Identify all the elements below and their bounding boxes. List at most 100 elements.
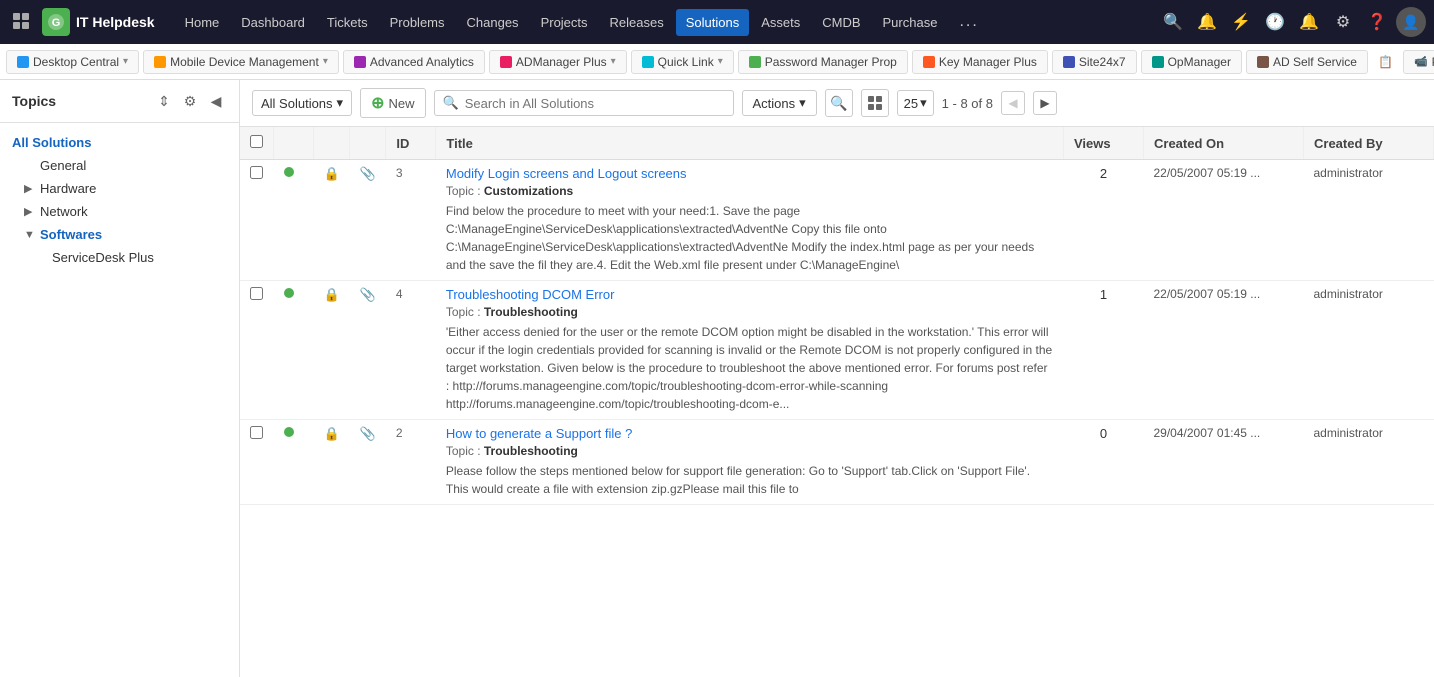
top-nav: G IT Helpdesk Home Dashboard Tickets Pro… bbox=[0, 0, 1434, 44]
col-header-attach bbox=[350, 127, 386, 160]
nav-tickets[interactable]: Tickets bbox=[317, 9, 378, 36]
user-avatar[interactable]: 👤 bbox=[1396, 7, 1426, 37]
tab-advanced-analytics[interactable]: Advanced Analytics bbox=[343, 50, 485, 74]
table-row: 🔒 📎 2 How to generate a Support file ? T… bbox=[240, 420, 1434, 505]
col-header-lock bbox=[314, 127, 350, 160]
entry-topic-1: Topic : Troubleshooting bbox=[446, 305, 1054, 319]
row-created-1: 22/05/2007 05:19 ... bbox=[1144, 281, 1304, 420]
nav-projects[interactable]: Projects bbox=[531, 9, 598, 36]
row-lock-cell: 🔒 bbox=[314, 420, 350, 505]
tab-quicklink[interactable]: Quick Link ▾ bbox=[631, 50, 734, 74]
nav-releases[interactable]: Releases bbox=[600, 9, 674, 36]
entry-preview-2: Please follow the steps mentioned below … bbox=[446, 462, 1054, 498]
tab-site24x7[interactable]: Site24x7 bbox=[1052, 50, 1137, 74]
per-page-select[interactable]: 25 ▾ bbox=[897, 90, 934, 116]
per-page-arrow: ▾ bbox=[920, 95, 927, 111]
sidebar-hide-btn[interactable]: ◀ bbox=[205, 90, 227, 112]
tab-icon-adself bbox=[1257, 56, 1269, 68]
logo-area: G IT Helpdesk bbox=[42, 8, 155, 36]
new-button[interactable]: ⊕ New bbox=[360, 88, 425, 118]
entry-title-2[interactable]: How to generate a Support file ? bbox=[446, 426, 1054, 441]
nav-home[interactable]: Home bbox=[175, 9, 230, 36]
bell-icon-btn[interactable]: 🔔 bbox=[1294, 7, 1324, 37]
search-toggle-btn[interactable]: 🔍 bbox=[825, 89, 853, 117]
tab-mdm[interactable]: Mobile Device Management ▾ bbox=[143, 50, 339, 74]
lightning-icon-btn[interactable]: ⚡ bbox=[1226, 7, 1256, 37]
sidebar-item-network[interactable]: ▶ Network bbox=[0, 200, 239, 223]
row-attach-cell: 📎 bbox=[350, 420, 386, 505]
notifications-icon-btn[interactable]: 🔔 bbox=[1192, 7, 1222, 37]
row-createdby-2: administrator bbox=[1304, 420, 1434, 505]
next-page-btn[interactable]: ▶ bbox=[1033, 91, 1057, 115]
tab-actions-area: 📋 📹 Product Overview 1 bbox=[1372, 50, 1434, 74]
sidebar-item-softwares[interactable]: ▼ Softwares bbox=[0, 223, 239, 246]
nav-problems[interactable]: Problems bbox=[380, 9, 455, 36]
tab-arrow-0: ▾ bbox=[123, 56, 128, 67]
nav-cmdb[interactable]: CMDB bbox=[812, 9, 870, 36]
tab-password-manager[interactable]: Password Manager Prop bbox=[738, 50, 908, 74]
content-area: All Solutions ▾ ⊕ New 🔍 Actions ▾ 🔍 25 ▾ bbox=[240, 80, 1434, 677]
nav-solutions[interactable]: Solutions bbox=[676, 9, 749, 36]
nav-changes[interactable]: Changes bbox=[457, 9, 529, 36]
nav-dashboard[interactable]: Dashboard bbox=[231, 9, 315, 36]
row-title-cell-1: Troubleshooting DCOM Error Topic : Troub… bbox=[436, 281, 1064, 420]
sidebar: Topics ⇕ ⚙ ◀ All Solutions General ▶ Har… bbox=[0, 80, 240, 677]
sidebar-tree: All Solutions General ▶ Hardware ▶ Netwo… bbox=[0, 123, 239, 277]
entry-title-0[interactable]: Modify Login screens and Logout screens bbox=[446, 166, 1054, 181]
sidebar-item-general[interactable]: General bbox=[0, 154, 239, 177]
sidebar-item-hardware[interactable]: ▶ Hardware bbox=[0, 177, 239, 200]
sidebar-item-all-solutions[interactable]: All Solutions bbox=[0, 131, 239, 154]
tab-product-overview[interactable]: 📹 Product Overview 1 bbox=[1403, 50, 1434, 74]
col-header-check bbox=[240, 127, 274, 160]
prev-page-btn[interactable]: ◀ bbox=[1001, 91, 1025, 115]
select-all-checkbox[interactable] bbox=[250, 135, 263, 148]
lock-icon-2: 🔒 bbox=[324, 426, 340, 441]
attach-icon-2: 📎 bbox=[360, 426, 376, 441]
tab-icon-opmanager bbox=[1152, 56, 1164, 68]
tab-ad-selfservice[interactable]: AD Self Service bbox=[1246, 50, 1368, 74]
nav-assets[interactable]: Assets bbox=[751, 9, 810, 36]
entry-topic-2: Topic : Troubleshooting bbox=[446, 444, 1054, 458]
sidebar-settings-btn[interactable]: ⚙ bbox=[179, 90, 201, 112]
tab-icon-quicklink bbox=[642, 56, 654, 68]
history-icon-btn[interactable]: 🕐 bbox=[1260, 7, 1290, 37]
help-icon-btn[interactable]: ❓ bbox=[1362, 7, 1392, 37]
tab-icon-desktop bbox=[17, 56, 29, 68]
tab-icon-pwmgr bbox=[749, 56, 761, 68]
row-views-1: 1 bbox=[1064, 281, 1144, 420]
app-grid-icon[interactable] bbox=[8, 8, 36, 36]
entry-title-1[interactable]: Troubleshooting DCOM Error bbox=[446, 287, 1054, 302]
grid-view-btn[interactable] bbox=[861, 89, 889, 117]
row-createdby-1: administrator bbox=[1304, 281, 1434, 420]
row-checkbox-cell bbox=[240, 281, 274, 420]
tab-icon-keymgr bbox=[923, 56, 935, 68]
tab-admanager[interactable]: ADManager Plus ▾ bbox=[489, 50, 627, 74]
row-checkbox-2[interactable] bbox=[250, 426, 263, 439]
actions-button[interactable]: Actions ▾ bbox=[742, 90, 817, 116]
entry-topic-0: Topic : Customizations bbox=[446, 184, 1054, 198]
status-dot-0 bbox=[284, 167, 294, 177]
row-id-1: 4 bbox=[386, 281, 436, 420]
nav-more[interactable]: ... bbox=[949, 7, 988, 37]
row-attach-cell: 📎 bbox=[350, 160, 386, 281]
col-header-createdby: Created By bbox=[1304, 127, 1434, 160]
tab-note-icon[interactable]: 📋 bbox=[1372, 53, 1399, 71]
row-checkbox-0[interactable] bbox=[250, 166, 263, 179]
tab-key-manager[interactable]: Key Manager Plus bbox=[912, 50, 1048, 74]
row-views-0: 2 bbox=[1064, 160, 1144, 281]
settings-icon-btn[interactable]: ⚙ bbox=[1328, 7, 1358, 37]
sidebar-item-servicedesk-plus[interactable]: ServiceDesk Plus bbox=[0, 246, 239, 269]
tree-arrow-hardware: ▶ bbox=[24, 182, 36, 195]
tab-opmanager[interactable]: OpManager bbox=[1141, 50, 1242, 74]
row-checkbox-1[interactable] bbox=[250, 287, 263, 300]
search-icon-btn[interactable]: 🔍 bbox=[1158, 7, 1188, 37]
tab-desktop-central[interactable]: Desktop Central ▾ bbox=[6, 50, 139, 74]
nav-purchase[interactable]: Purchase bbox=[873, 9, 948, 36]
tab-bar: Desktop Central ▾ Mobile Device Manageme… bbox=[0, 44, 1434, 80]
row-created-0: 22/05/2007 05:19 ... bbox=[1144, 160, 1304, 281]
sidebar-collapse-btn[interactable]: ⇕ bbox=[153, 90, 175, 112]
all-solutions-filter-btn[interactable]: All Solutions ▾ bbox=[252, 90, 352, 116]
sidebar-header: Topics ⇕ ⚙ ◀ bbox=[0, 80, 239, 123]
search-input[interactable] bbox=[465, 96, 725, 111]
row-attach-cell: 📎 bbox=[350, 281, 386, 420]
